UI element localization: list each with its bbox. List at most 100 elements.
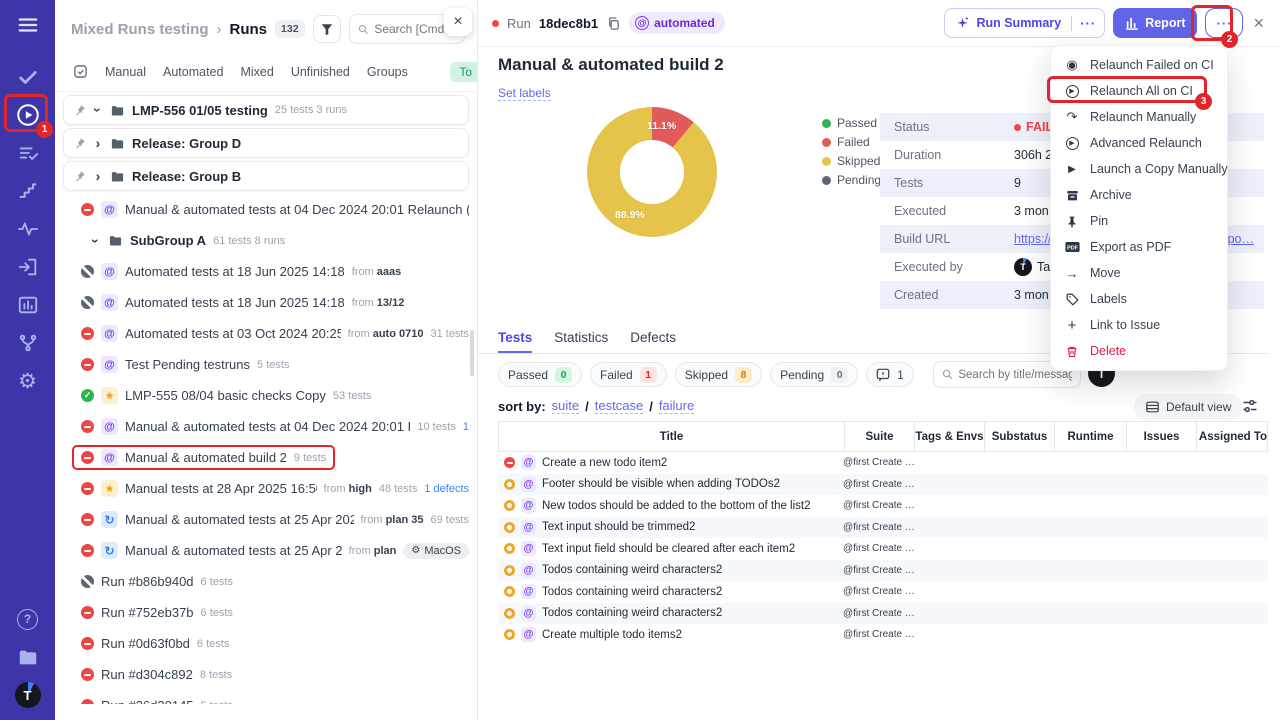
run-list-item[interactable]: › Manual & automated tests at 25 Apr 202… <box>55 535 477 566</box>
chip-comments[interactable]: 1 <box>866 362 914 387</box>
run-list-item[interactable]: › Automated tests at 03 Oct 2024 20:25 f… <box>55 318 477 349</box>
test-row[interactable]: Create a new todo item2 @first Create … <box>498 452 1268 474</box>
chevron-icon[interactable]: › <box>93 168 103 184</box>
run-defects-link[interactable]: 1 <box>463 421 469 433</box>
col-runtime[interactable]: Runtime <box>1054 422 1126 451</box>
import-icon[interactable] <box>0 248 55 286</box>
col-substatus[interactable]: Substatus <box>984 422 1054 451</box>
panel-scrollbar[interactable] <box>470 330 474 376</box>
set-labels-link[interactable]: Set labels <box>498 86 551 101</box>
branch-icon[interactable] <box>0 324 55 362</box>
menu-item-delete[interactable]: Delete <box>1051 338 1227 364</box>
menu-item-advanced-relaunch[interactable]: ▶ Advanced Relaunch <box>1051 130 1227 156</box>
menu-item-labels[interactable]: Labels <box>1051 286 1227 312</box>
test-row[interactable]: Text input should be trimmed2 @first Cre… <box>498 516 1268 538</box>
menu-item-pin[interactable]: Pin <box>1051 208 1227 234</box>
menu-item-relaunch-failed-ci[interactable]: ◉ Relaunch Failed on CI <box>1051 52 1227 78</box>
run-list-item[interactable]: › LMP-555 08/04 basic checks Copy from 5… <box>55 380 477 411</box>
tab-mixed[interactable]: Mixed <box>240 65 273 79</box>
more-actions-button[interactable]: ··· <box>1205 8 1244 38</box>
run-list-item[interactable]: › Release: Group B from ⚙ <box>63 161 469 191</box>
menu-item-archive[interactable]: Archive <box>1051 182 1227 208</box>
test-row[interactable]: Text input field should be cleared after… <box>498 538 1268 560</box>
analytics-icon[interactable] <box>0 286 55 324</box>
runs-play-icon[interactable] <box>0 96 55 134</box>
chip-pending[interactable]: Pending 0 <box>770 362 859 387</box>
tests-check-icon[interactable] <box>0 58 55 96</box>
menu-item-launch-copy[interactable]: ▶ Launch a Copy Manually <box>1051 156 1227 182</box>
build-url-link[interactable]: https:// <box>1014 232 1052 246</box>
test-row[interactable]: New todos should be added to the bottom … <box>498 495 1268 517</box>
filter-button[interactable] <box>312 15 341 43</box>
default-view-button[interactable]: Default view <box>1134 394 1243 420</box>
run-list-item[interactable]: › LMP-556 01/05 testing from 25 tests 3 … <box>63 95 469 125</box>
menu-item-relaunch-manually[interactable]: ↷ Relaunch Manually <box>1051 104 1227 130</box>
col-title[interactable]: Title <box>499 422 844 451</box>
run-list-item[interactable]: › Manual tests at 28 Apr 2025 16:50 from… <box>55 473 477 504</box>
tab-groups[interactable]: Groups <box>367 65 408 79</box>
run-list-item[interactable]: › Manual & automated tests at 04 Dec 202… <box>55 411 477 442</box>
run-list-item[interactable]: › Run #0d63f0bd from 6 tests ⚙ <box>55 628 477 659</box>
user-avatar[interactable]: T <box>0 676 55 714</box>
sort-by-suite[interactable]: suite <box>551 398 580 414</box>
run-summary-more-button[interactable]: ··· <box>1071 15 1104 31</box>
help-icon[interactable]: ? <box>0 600 55 638</box>
chip-failed[interactable]: Failed 1 <box>590 362 667 387</box>
chevron-icon[interactable]: › <box>93 135 103 151</box>
run-defects-link[interactable]: 1 defects <box>424 483 469 495</box>
projects-folder-icon[interactable] <box>0 638 55 676</box>
tab-statistics[interactable]: Statistics <box>554 330 608 353</box>
run-list-item[interactable]: › Release: Group D from ⚙ <box>63 128 469 158</box>
build-url-link-end[interactable]: po… <box>1228 232 1254 246</box>
panel-close-icon[interactable]: × <box>444 8 472 36</box>
menu-item-move[interactable]: → Move <box>1051 260 1227 286</box>
test-row[interactable]: Todos containing weird characters2 @firs… <box>498 602 1268 624</box>
run-list-item[interactable]: › Automated tests at 18 Jun 2025 14:18 f… <box>55 287 477 318</box>
settings-gear-icon[interactable]: ⚙ <box>0 362 55 400</box>
pulse-icon[interactable] <box>0 210 55 248</box>
chip-skipped[interactable]: Skipped 8 <box>674 362 763 387</box>
menu-icon[interactable] <box>0 8 55 42</box>
run-list-item[interactable]: › SubGroup A from 61 tests 8 runs ⚙ <box>55 225 477 256</box>
menu-item-relaunch-all-ci[interactable]: ▶ Relaunch All on CI <box>1051 78 1227 104</box>
menu-item-export-pdf[interactable]: PDF Export as PDF <box>1051 234 1227 260</box>
tab-unfinished[interactable]: Unfinished <box>291 65 350 79</box>
run-summary-button[interactable]: Run Summary ··· <box>944 8 1106 38</box>
tests-search-input[interactable] <box>958 368 1072 381</box>
run-list-item[interactable]: › Run #26d30145 from 5 tests ⚙ <box>55 690 477 704</box>
chevron-icon[interactable]: › <box>88 236 104 246</box>
sort-by-failure[interactable]: failure <box>658 398 695 414</box>
tab-defects[interactable]: Defects <box>630 330 676 353</box>
close-run-icon[interactable]: × <box>1251 13 1266 34</box>
col-suite[interactable]: Suite <box>844 422 914 451</box>
chevron-icon[interactable]: › <box>90 105 106 115</box>
test-plans-icon[interactable] <box>0 134 55 172</box>
copy-icon[interactable] <box>606 16 621 31</box>
report-button[interactable]: Report <box>1113 8 1198 38</box>
tab-manual[interactable]: Manual <box>105 65 146 79</box>
tab-tests[interactable]: Tests <box>498 330 533 353</box>
tab-automated[interactable]: Automated <box>163 65 223 79</box>
col-assigned-to[interactable]: Assigned To <box>1196 422 1269 451</box>
run-list-item[interactable]: › Manual & automated tests at 04 Dec 202… <box>55 194 477 225</box>
test-row[interactable]: Create multiple todo items2 @first Creat… <box>498 624 1268 646</box>
columns-settings-icon[interactable] <box>1242 398 1258 419</box>
sort-by-testcase[interactable]: testcase <box>594 398 644 414</box>
steps-icon[interactable] <box>0 172 55 210</box>
run-list-item[interactable]: › Manual & automated tests at 25 Apr 202… <box>55 504 477 535</box>
run-list-item[interactable]: › Run #d304c892 from 8 tests ⚙ <box>55 659 477 690</box>
test-row[interactable]: Footer should be visible when adding TOD… <box>498 473 1268 495</box>
select-all-icon[interactable] <box>73 64 88 79</box>
run-list-item[interactable]: › Run #752eb37b from 6 tests ⚙ <box>55 597 477 628</box>
run-tag-automated[interactable]: @ automated <box>629 12 725 34</box>
test-row[interactable]: Todos containing weird characters2 @firs… <box>498 559 1268 581</box>
chip-passed[interactable]: Passed 0 <box>498 362 583 387</box>
col-tags-envs[interactable]: Tags & Envs <box>914 422 984 451</box>
run-list-item[interactable]: › Test Pending testruns from 5 tests ⚙ <box>55 349 477 380</box>
run-list-item[interactable]: › Run #b86b940d from 6 tests ⚙ <box>55 566 477 597</box>
menu-item-link-to-issue[interactable]: + Link to Issue <box>1051 312 1227 338</box>
breadcrumb-project[interactable]: Mixed Runs testing <box>71 21 209 38</box>
period-chip[interactable]: To <box>450 62 477 82</box>
run-list-item[interactable]: › Manual & automated build 2 from 9 test… <box>55 442 477 473</box>
col-issues[interactable]: Issues <box>1126 422 1196 451</box>
